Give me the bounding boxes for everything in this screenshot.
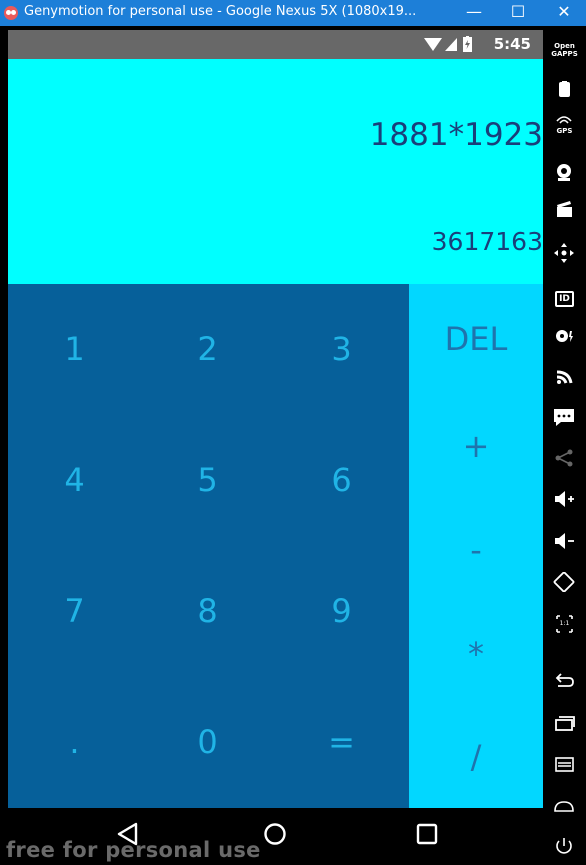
menu-icon[interactable]	[543, 755, 586, 773]
disk-io-icon[interactable]	[543, 329, 586, 343]
maximize-button[interactable]: ☐	[496, 0, 540, 26]
calculator-display: 1881*1923 3617163	[8, 59, 543, 284]
key-equals[interactable]: =	[275, 677, 408, 808]
back-icon[interactable]	[543, 672, 586, 690]
nav-home-icon[interactable]	[263, 822, 287, 846]
pixel-perfect-icon[interactable]: 1:1	[543, 615, 586, 633]
status-bar: 5:45	[8, 30, 543, 59]
battery-icon	[463, 36, 472, 52]
key-2[interactable]: 2	[141, 284, 274, 415]
key-7[interactable]: 7	[8, 546, 141, 677]
key-8[interactable]: 8	[141, 546, 274, 677]
device-id-icon[interactable]: ID	[543, 286, 586, 307]
number-keypad: 1 2 3 4 5 6 7 8 9 . 0 =	[8, 284, 409, 808]
opengapps-icon[interactable]: Open GAPPS	[543, 42, 586, 58]
result-text: 3617163	[431, 227, 543, 256]
divide-button[interactable]: /	[409, 706, 543, 808]
minus-button[interactable]: -	[409, 498, 543, 602]
share-icon[interactable]	[543, 449, 586, 467]
dpad-move-icon[interactable]	[543, 243, 586, 263]
sms-icon[interactable]	[543, 408, 586, 426]
rotate-screen-icon[interactable]	[543, 572, 586, 592]
screencast-clapper-icon[interactable]	[543, 200, 586, 218]
multiply-button[interactable]: *	[409, 602, 543, 706]
recent-apps-icon[interactable]	[543, 714, 586, 732]
volume-down-icon[interactable]	[543, 532, 586, 550]
genymotion-sidebar: Open GAPPS GPS ID 1:1	[543, 30, 586, 865]
gps-icon[interactable]: GPS	[543, 110, 586, 135]
key-9[interactable]: 9	[275, 546, 408, 677]
cell-signal-icon	[445, 38, 457, 51]
expression-text: 1881*1923	[369, 117, 543, 153]
genymotion-logo-icon	[4, 6, 18, 20]
nav-recents-icon[interactable]	[416, 823, 438, 845]
watermark-text: free for personal use	[6, 838, 261, 862]
window-titlebar: Genymotion for personal use - Google Nex…	[0, 0, 586, 26]
key-4[interactable]: 4	[8, 415, 141, 546]
key-0[interactable]: 0	[141, 677, 274, 808]
delete-button[interactable]: DEL	[409, 284, 543, 394]
plus-button[interactable]: +	[409, 394, 543, 498]
webcam-icon[interactable]	[543, 163, 586, 181]
volume-up-icon[interactable]	[543, 490, 586, 508]
key-5[interactable]: 5	[141, 415, 274, 546]
operator-column: DEL + - * /	[409, 284, 543, 808]
close-button[interactable]: ✕	[542, 0, 586, 26]
status-time: 5:45	[493, 35, 531, 53]
power-icon[interactable]	[543, 836, 586, 856]
minimize-button[interactable]: —	[452, 0, 496, 26]
key-1[interactable]: 1	[8, 284, 141, 415]
home-icon[interactable]	[543, 798, 586, 814]
key-6[interactable]: 6	[275, 415, 408, 546]
key-decimal[interactable]: .	[8, 677, 141, 808]
cast-icon[interactable]	[543, 366, 586, 384]
key-3[interactable]: 3	[275, 284, 408, 415]
wifi-icon	[424, 38, 442, 51]
window-title: Genymotion for personal use - Google Nex…	[24, 4, 417, 19]
battery-control-icon[interactable]	[543, 81, 586, 97]
